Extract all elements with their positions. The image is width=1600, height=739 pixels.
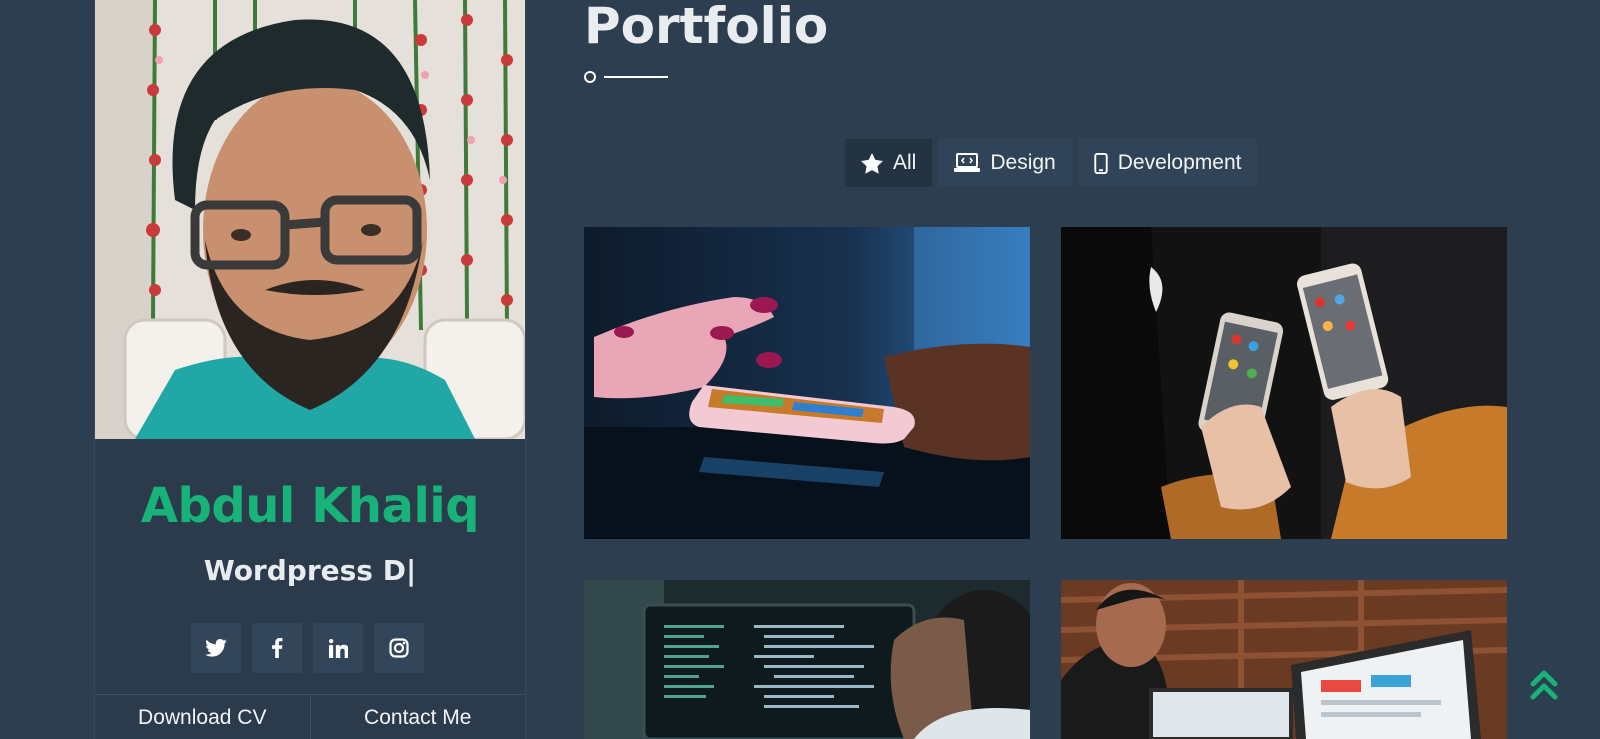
social-links — [191, 623, 424, 673]
contact-me-button[interactable]: Contact Me — [309, 695, 526, 739]
section-title: Portfolio — [584, 0, 829, 55]
facebook-link[interactable] — [252, 623, 302, 673]
instagram-link[interactable] — [374, 623, 424, 673]
filter-development-label: Development — [1117, 151, 1242, 174]
linkedin-icon — [328, 638, 348, 658]
portfolio-item-code-editor[interactable] — [584, 580, 1030, 739]
portfolio-item-phone-on-table[interactable] — [584, 227, 1030, 539]
card-actions: Download CV Contact Me — [95, 694, 525, 739]
double-chevron-up-icon[interactable] — [1530, 668, 1558, 702]
mobile-icon — [1094, 152, 1108, 174]
facebook-icon — [272, 638, 283, 658]
two-phones-image — [1061, 227, 1507, 539]
profile-name: Abdul Khaliq — [140, 478, 480, 534]
linkedin-link[interactable] — [313, 623, 363, 673]
filter-design[interactable]: Design — [938, 139, 1072, 187]
filter-all-label: All — [893, 151, 917, 174]
profile-role: Wordpress D| — [203, 554, 417, 587]
office-monitor-image — [1061, 580, 1507, 739]
instagram-icon — [389, 638, 409, 658]
portfolio-filters: All Design Development — [845, 139, 1258, 187]
profile-card: Abdul Khaliq Wordpress D| Download CV Co… — [94, 0, 526, 739]
phone-on-table-image — [584, 227, 1030, 539]
filter-design-label: Design — [990, 151, 1056, 174]
star-icon — [861, 152, 883, 174]
filter-development[interactable]: Development — [1077, 139, 1258, 187]
filter-all[interactable]: All — [845, 139, 933, 187]
portfolio-item-office-monitor[interactable] — [1061, 580, 1507, 739]
download-cv-button[interactable]: Download CV — [95, 695, 310, 739]
title-underline-decoration — [584, 71, 668, 83]
portfolio-item-two-phones[interactable] — [1061, 227, 1507, 539]
twitter-link[interactable] — [191, 623, 241, 673]
code-editor-image — [584, 580, 1030, 739]
laptop-code-icon — [954, 153, 981, 172]
profile-photo — [95, 0, 525, 439]
twitter-icon — [205, 639, 227, 657]
